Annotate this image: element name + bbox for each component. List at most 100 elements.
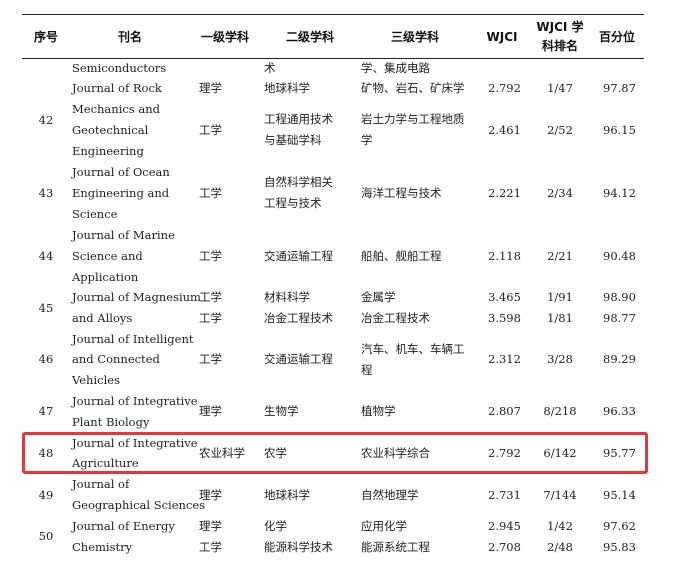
journal-name: and Connected [72, 352, 160, 366]
percentile-value: 90.48 [603, 249, 636, 263]
level3-subject: 学 [361, 133, 373, 147]
row-number: 43 [38, 186, 54, 200]
level1-subject: 工学 [199, 186, 222, 200]
level1-subject: 工学 [199, 290, 222, 304]
journal-name: Chemistry [72, 540, 133, 554]
header-level1: 一级学科 [200, 30, 249, 44]
level3-subject: 金属学 [361, 290, 396, 304]
wjci-value: 2.945 [488, 519, 521, 533]
wjci-value: 2.807 [488, 404, 521, 418]
level3-subject: 自然地理学 [361, 488, 419, 502]
level2-subject: 材料科学 [264, 290, 310, 304]
wjci-value: 2.118 [488, 249, 521, 263]
journal-name: and Alloys [72, 311, 133, 325]
wjci-value: 2.708 [488, 540, 521, 554]
percentile-value: 96.15 [603, 123, 636, 137]
level2-subject: 交通运输工程 [264, 352, 333, 366]
top-rule [22, 14, 644, 15]
percentile-value: 95.14 [603, 488, 636, 502]
journal-name: Journal of Integrative [72, 394, 198, 408]
subject-rank: 2/52 [547, 123, 573, 137]
level2-subject: 与基础学科 [264, 133, 322, 147]
level1-subject: 工学 [199, 123, 222, 137]
header-level3: 三级学科 [390, 30, 439, 44]
level1-subject: 理学 [199, 519, 222, 533]
journal-name: Semiconductors [72, 61, 167, 75]
wjci-value: 2.312 [488, 352, 521, 366]
level3-subject: 矿物、岩石、矿床学 [361, 81, 465, 95]
level3-subject: 学、集成电路 [361, 61, 430, 75]
header-wjci: WJCI [486, 30, 518, 44]
journal-name: Application [72, 270, 139, 284]
row-number: 49 [38, 488, 54, 502]
level1-subject: 理学 [199, 404, 222, 418]
subject-rank: 1/91 [547, 290, 573, 304]
level2-subject: 生物学 [264, 404, 299, 418]
journal-name: Science [72, 207, 118, 221]
journal-table: 序号 刊名 一级学科 二级学科 三级学科 WJCI WJCI 学 科排名 百分位… [0, 0, 685, 562]
level3-subject: 海洋工程与技术 [361, 186, 442, 200]
subject-rank: 1/47 [547, 81, 573, 95]
level2-subject: 交通运输工程 [264, 249, 333, 263]
level3-subject: 植物学 [361, 404, 396, 418]
subject-rank: 8/218 [543, 404, 577, 418]
level1-subject: 理学 [199, 81, 222, 95]
percentile-value: 95.77 [603, 446, 636, 460]
percentile-value: 94.12 [603, 186, 636, 200]
journal-name: Geographical Sciences [72, 498, 206, 512]
subject-rank: 6/142 [543, 446, 577, 460]
wjci-value: 3.465 [488, 290, 521, 304]
wjci-value: 2.221 [488, 186, 521, 200]
subject-rank: 1/42 [547, 519, 573, 533]
subject-rank: 3/28 [547, 352, 573, 366]
level3-subject: 能源系统工程 [361, 540, 430, 554]
level3-subject: 应用化学 [361, 519, 407, 533]
row-number: 50 [38, 529, 54, 543]
journal-name: Journal of Ocean [72, 165, 170, 179]
header-percentile: 百分位 [598, 30, 635, 44]
level2-subject: 化学 [264, 519, 287, 533]
subject-rank: 2/21 [547, 249, 573, 263]
percentile-value: 96.33 [603, 404, 636, 418]
level2-subject: 能源科学技术 [264, 540, 333, 554]
percentile-value: 98.77 [603, 311, 636, 325]
percentile-value: 97.87 [603, 81, 636, 95]
journal-name: Geotechnical [72, 123, 149, 137]
level2-subject: 冶金工程技术 [264, 311, 333, 325]
row-number: 44 [38, 249, 54, 263]
level1-subject: 农业科学 [199, 446, 245, 460]
header-rank-line2: 科排名 [541, 39, 578, 53]
subject-rank: 2/34 [547, 186, 573, 200]
row-number: 47 [38, 404, 54, 418]
level3-subject: 岩土力学与工程地质 [361, 112, 465, 126]
wjci-value: 2.461 [488, 123, 521, 137]
level1-subject: 工学 [199, 352, 222, 366]
journal-name: Journal of [72, 477, 130, 491]
journal-name: Engineering [72, 144, 144, 158]
level1-subject: 工学 [199, 540, 222, 554]
wjci-value: 2.792 [488, 81, 521, 95]
wjci-value: 2.731 [488, 488, 521, 502]
percentile-value: 89.29 [603, 352, 636, 366]
journal-name: Journal of Marine [72, 228, 175, 242]
row-number: 46 [38, 352, 54, 366]
wjci-value: 2.792 [488, 446, 521, 460]
level1-subject: 理学 [199, 488, 222, 502]
level1-subject: 工学 [199, 311, 222, 325]
journal-name: Journal of Magnesium [72, 290, 201, 304]
journal-name: Mechanics and [72, 102, 160, 116]
header-journal: 刊名 [117, 30, 142, 44]
journal-name: Journal of Rock [72, 81, 162, 95]
level2-subject: 自然科学相关 [264, 175, 333, 189]
level2-subject: 地球科学 [264, 488, 310, 502]
level3-subject: 程 [361, 363, 373, 377]
percentile-value: 98.90 [603, 290, 636, 304]
journal-name: Journal of Intelligent [72, 332, 194, 346]
percentile-value: 95.83 [603, 540, 636, 554]
subject-rank: 1/81 [547, 311, 573, 325]
header-level2: 二级学科 [285, 30, 334, 44]
wjci-value: 3.598 [488, 311, 521, 325]
level3-subject: 汽车、机车、车辆工 [361, 342, 465, 356]
journal-name: Engineering and [72, 186, 170, 200]
subject-rank: 2/48 [547, 540, 573, 554]
